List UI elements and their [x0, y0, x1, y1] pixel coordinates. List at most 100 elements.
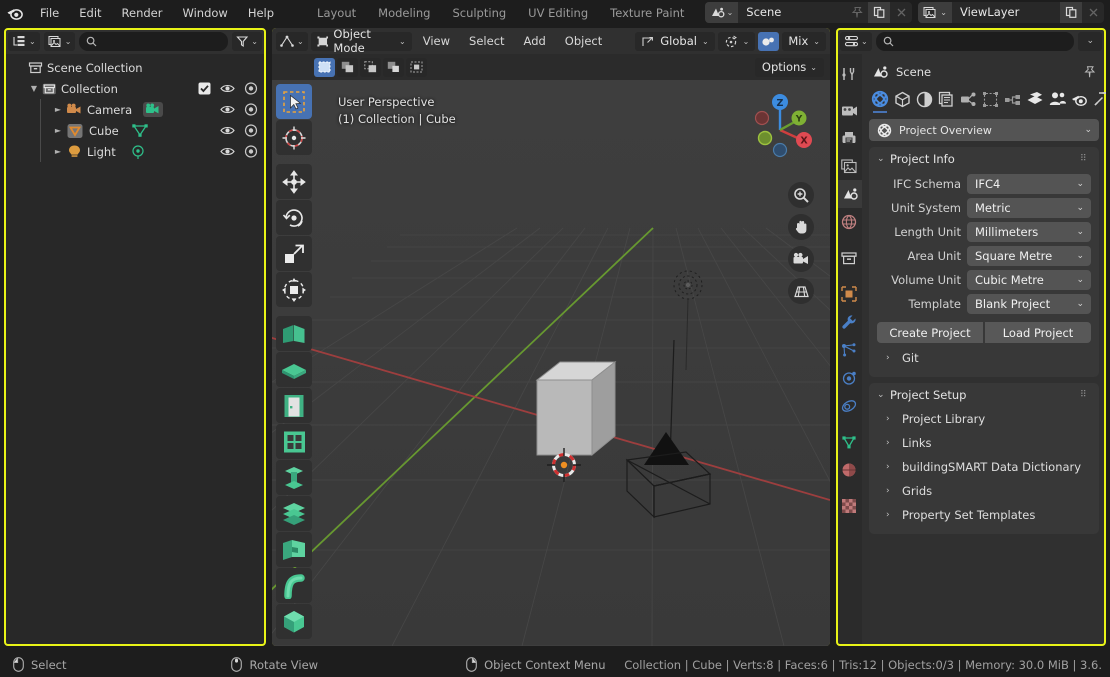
interaction-mode-dropdown[interactable]: Object Mode ⌄: [310, 28, 412, 55]
extend-select-icon[interactable]: [337, 57, 358, 77]
chevron-down-icon[interactable]: ⌄: [1078, 31, 1102, 51]
menu-render[interactable]: Render: [112, 3, 173, 23]
proportional-edit-icon[interactable]: [758, 31, 780, 51]
world-globe-icon[interactable]: [836, 208, 862, 236]
menu-help[interactable]: Help: [238, 3, 284, 23]
rotate-tool[interactable]: [276, 200, 312, 235]
outliner-search-input[interactable]: [79, 31, 229, 51]
object-square-icon[interactable]: [836, 280, 862, 308]
volume-unit-dropdown[interactable]: Cubic Metre ⌄: [967, 270, 1091, 290]
texture-checker-icon[interactable]: [836, 492, 862, 520]
menu-edit[interactable]: Edit: [69, 3, 111, 23]
git-subsection[interactable]: › Git: [869, 346, 1099, 370]
funnel-filter-icon[interactable]: ⌄: [232, 31, 262, 51]
scene-name[interactable]: Scene: [738, 2, 847, 23]
tool-tab[interactable]: [836, 60, 862, 88]
viewport-menu-view[interactable]: View: [415, 31, 458, 51]
tab-sculpting[interactable]: Sculpting: [441, 2, 517, 24]
property-set-templates-subsection[interactable]: › Property Set Templates: [869, 503, 1099, 527]
duplicate-icon[interactable]: [868, 2, 891, 23]
proportional-falloff-dropdown[interactable]: Mix ⌄: [782, 31, 826, 51]
disclosure-triangle[interactable]: ►: [50, 147, 66, 156]
list-item[interactable]: ► Cube: [4, 120, 266, 141]
quality-control-module-icon[interactable]: [1004, 90, 1021, 108]
pin-icon[interactable]: [846, 2, 868, 23]
editor-type-3dview-icon[interactable]: ⌄: [276, 31, 308, 51]
object-info-module-icon[interactable]: [894, 90, 911, 108]
transform-orientation-dropdown[interactable]: Global ⌄: [635, 31, 715, 51]
camera-render-icon[interactable]: [244, 124, 258, 137]
template-dropdown[interactable]: Blank Project ⌄: [967, 294, 1091, 314]
eye-icon[interactable]: [220, 145, 235, 158]
pan-hand-icon[interactable]: [788, 214, 814, 240]
output-printer-icon[interactable]: [836, 124, 862, 152]
grids-subsection[interactable]: › Grids: [869, 479, 1099, 503]
navigation-gizmo[interactable]: Z Y X: [742, 90, 818, 166]
snap-magnet-icon[interactable]: ⌄: [717, 31, 756, 51]
id-type-filter-icon[interactable]: ⌄: [43, 31, 76, 51]
menu-file[interactable]: File: [30, 3, 69, 23]
bsdd-subsection[interactable]: › buildingSMART Data Dictionary: [869, 455, 1099, 479]
subtract-select-icon[interactable]: [360, 57, 381, 77]
editor-type-properties-icon[interactable]: ⌄: [840, 31, 872, 51]
bim-slab-tool[interactable]: [276, 352, 312, 387]
scene-cone-icon[interactable]: [836, 180, 862, 208]
camera-render-icon[interactable]: [244, 145, 258, 158]
intersect-select-icon[interactable]: [406, 57, 427, 77]
disclosure-triangle[interactable]: ►: [50, 105, 66, 114]
pin-icon[interactable]: [1083, 65, 1097, 79]
bim-window-tool[interactable]: [276, 424, 312, 459]
bim-member-tool[interactable]: [276, 532, 312, 567]
mesh-data-triangle-icon[interactable]: [836, 428, 862, 456]
outliner-display-mode-icon[interactable]: ⌄: [8, 31, 40, 51]
light-data-icon[interactable]: [130, 144, 146, 160]
camera-view-icon[interactable]: [788, 246, 814, 272]
scale-tool[interactable]: [276, 236, 312, 271]
bim-covering-tool[interactable]: [276, 496, 312, 531]
tab-texture-paint[interactable]: Texture Paint: [599, 2, 695, 24]
menu-window[interactable]: Window: [172, 3, 237, 23]
camera-render-icon[interactable]: [244, 82, 258, 95]
list-item[interactable]: ▼ Collection: [4, 78, 266, 99]
toggle-perspective-icon[interactable]: [788, 278, 814, 304]
bim-column-tool[interactable]: [276, 460, 312, 495]
camera-render-icon[interactable]: [244, 103, 258, 116]
collection-checkbox[interactable]: [198, 82, 211, 95]
blender-module-icon[interactable]: [1071, 90, 1088, 108]
blender-logo-icon[interactable]: [0, 4, 30, 22]
structural-module-icon[interactable]: [982, 90, 999, 108]
load-project-button[interactable]: Load Project: [985, 322, 1091, 343]
ifc-schema-dropdown[interactable]: IFC4 ⌄: [967, 174, 1091, 194]
links-subsection[interactable]: › Links: [869, 431, 1099, 455]
project-overview-module-icon[interactable]: [871, 90, 889, 113]
physics-orbit-icon[interactable]: [836, 364, 862, 392]
camera-data-icon[interactable]: [142, 101, 164, 118]
drawings-module-icon[interactable]: [938, 90, 955, 108]
tab-layout[interactable]: Layout: [306, 2, 367, 24]
viewport-options-dropdown[interactable]: Options ⌄: [754, 57, 824, 77]
length-unit-dropdown[interactable]: Millimeters ⌄: [967, 222, 1091, 242]
tweak-select-box-tool[interactable]: [276, 84, 312, 119]
disclosure-triangle[interactable]: ►: [50, 126, 66, 135]
create-project-button[interactable]: Create Project: [877, 322, 983, 343]
viewport-canvas[interactable]: User Perspective (1) Collection | Cube Z…: [272, 80, 830, 646]
viewport-menu-object[interactable]: Object: [557, 31, 610, 51]
panel-drag-grip[interactable]: ⠿: [1080, 390, 1090, 399]
mesh-data-icon[interactable]: [131, 123, 149, 139]
transform-tool[interactable]: [276, 272, 312, 307]
bim-generic-tool[interactable]: [276, 604, 312, 639]
render-camera-icon[interactable]: [836, 96, 862, 124]
disclosure-triangle[interactable]: ▼: [26, 84, 42, 93]
collection-box-icon[interactable]: [836, 244, 862, 272]
viewlayer-name[interactable]: ViewLayer: [952, 2, 1060, 23]
move-tool[interactable]: [276, 164, 312, 199]
scene-selector[interactable]: ⌄ Scene: [704, 2, 913, 23]
zoom-icon[interactable]: [788, 182, 814, 208]
properties-search-input[interactable]: [875, 31, 1075, 51]
wrench-icon[interactable]: [836, 308, 862, 336]
duplicate-icon[interactable]: [1060, 2, 1082, 23]
list-item[interactable]: Scene Collection: [4, 57, 266, 78]
project-setup-panel-header[interactable]: ⌄ Project Setup ⠿: [869, 383, 1099, 407]
viewlayer-images-icon[interactable]: [836, 152, 862, 180]
viewlayer-icon[interactable]: ⌄: [918, 2, 952, 23]
